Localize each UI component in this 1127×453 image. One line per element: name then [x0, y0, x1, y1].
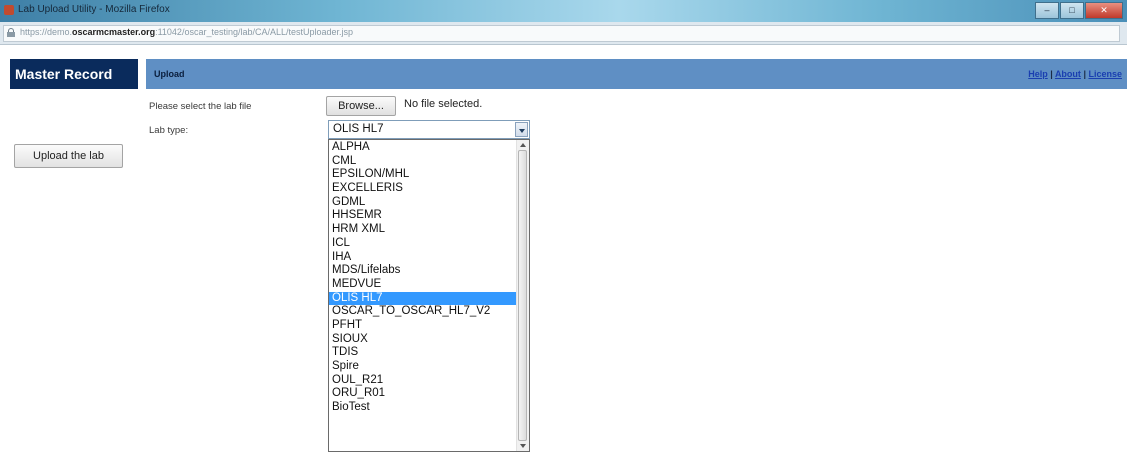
app-header: Master Record Upload Help | About | Lice…: [0, 45, 1127, 90]
window-controls: – □ ✕: [1034, 2, 1123, 19]
dropdown-option[interactable]: Spire: [329, 360, 517, 374]
dropdown-option[interactable]: EPSILON/MHL: [329, 168, 517, 182]
chevron-down-icon[interactable]: [515, 122, 528, 137]
dropdown-option[interactable]: CML: [329, 155, 517, 169]
url-field[interactable]: https://demo.oscarmcmaster.org:11042/osc…: [3, 25, 1120, 42]
url-domain: oscarmcmaster.org: [72, 27, 156, 37]
file-status: No file selected.: [404, 98, 483, 110]
dropdown-option[interactable]: BioTest: [329, 401, 517, 415]
url-prefix: https://demo.: [20, 27, 73, 37]
scrollbar[interactable]: [516, 140, 529, 451]
brand-title: Master Record: [15, 66, 113, 82]
brand-logo: Master Record: [10, 59, 138, 89]
scroll-up-icon[interactable]: [517, 140, 529, 150]
window-titlebar: Lab Upload Utility - Mozilla Firefox – □…: [0, 0, 1127, 22]
dropdown-option[interactable]: ALPHA: [329, 141, 517, 155]
url-path: :11042/oscar_testing/lab/CA/ALL/testUplo…: [155, 27, 354, 37]
window-title: Lab Upload Utility - Mozilla Firefox: [18, 4, 170, 15]
about-link[interactable]: About: [1055, 69, 1081, 79]
file-label: Please select the lab file: [149, 101, 252, 112]
lab-type-dropdown: ALPHA CML EPSILON/MHL EXCELLERIS GDML HHSEMR H…: [328, 139, 530, 452]
lab-type-select[interactable]: OLIS HL7: [328, 120, 530, 139]
lab-type-label: Lab type:: [149, 125, 189, 136]
section-title: Upload: [154, 69, 185, 79]
dropdown-option[interactable]: MEDVUE: [329, 278, 517, 292]
dropdown-option[interactable]: SIOUX: [329, 333, 517, 347]
dropdown-option[interactable]: OLIS HL7: [329, 291, 517, 306]
scroll-down-icon[interactable]: [517, 441, 529, 451]
link-separator: |: [1047, 69, 1055, 79]
dropdown-option[interactable]: MDS/Lifelabs: [329, 264, 517, 278]
lab-type-value: OLIS HL7: [333, 123, 384, 135]
browse-button[interactable]: Browse...: [326, 96, 396, 116]
minimize-button[interactable]: –: [1035, 2, 1059, 19]
dropdown-option[interactable]: ICL: [329, 237, 517, 251]
dropdown-option[interactable]: EXCELLERIS: [329, 182, 517, 196]
dropdown-option[interactable]: IHA: [329, 251, 517, 265]
dropdown-option[interactable]: TDIS: [329, 346, 517, 360]
header-strip: Upload Help | About | License: [146, 59, 1127, 89]
help-link[interactable]: Help: [1028, 69, 1048, 79]
dropdown-option[interactable]: HRM XML: [329, 223, 517, 237]
firefox-icon: [4, 5, 14, 15]
dropdown-option[interactable]: GDML: [329, 196, 517, 210]
maximize-button[interactable]: □: [1060, 2, 1084, 19]
dropdown-option[interactable]: HHSEMR: [329, 209, 517, 223]
url-text: https://demo.oscarmcmaster.org:11042/osc…: [20, 27, 353, 37]
scroll-thumb[interactable]: [518, 150, 527, 441]
dropdown-option[interactable]: PFHT: [329, 319, 517, 333]
lock-icon: [7, 28, 15, 37]
upload-lab-button[interactable]: Upload the lab: [14, 144, 123, 168]
dropdown-option[interactable]: OSCAR_TO_OSCAR_HL7_V2: [329, 305, 517, 319]
close-button[interactable]: ✕: [1085, 2, 1123, 19]
header-links: Help | About | License: [1028, 69, 1122, 79]
dropdown-option[interactable]: OUL_R21: [329, 374, 517, 388]
option-list: ALPHA CML EPSILON/MHL EXCELLERIS GDML HHSEMR H…: [329, 141, 517, 415]
address-bar: https://demo.oscarmcmaster.org:11042/osc…: [0, 22, 1127, 45]
license-link[interactable]: License: [1088, 69, 1122, 79]
dropdown-option[interactable]: ORU_R01: [329, 387, 517, 401]
